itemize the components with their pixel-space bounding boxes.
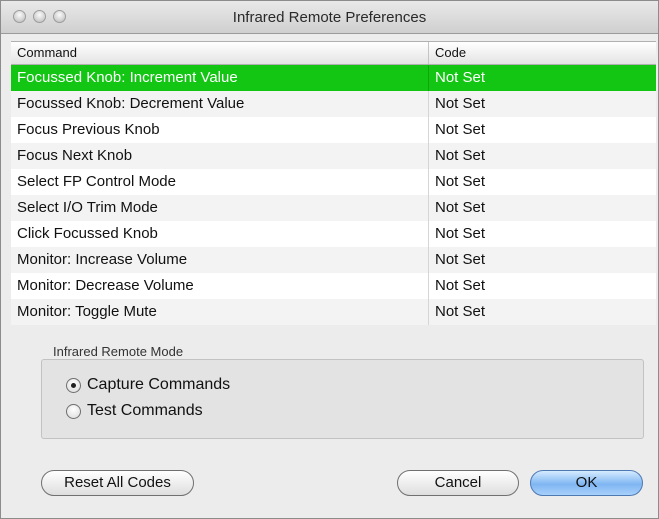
table-row[interactable]: Focussed Knob: Increment Value Not Set [11, 65, 656, 91]
command-cell: Focussed Knob: Increment Value [11, 65, 429, 91]
command-cell: Click Focussed Knob [11, 221, 429, 247]
test-commands-label[interactable]: Test Commands [87, 402, 203, 420]
table-row[interactable]: Monitor: Decrease Volume Not Set [11, 273, 656, 299]
preferences-window: Infrared Remote Preferences Command Code… [0, 0, 659, 519]
command-cell: Monitor: Toggle Mute [11, 299, 429, 325]
code-cell: Not Set [435, 303, 486, 320]
radio-unselected-icon[interactable] [66, 403, 81, 419]
command-cell: Focus Previous Knob [11, 117, 429, 143]
code-column-header[interactable]: Code [429, 42, 656, 64]
command-column-header[interactable]: Command [11, 42, 429, 64]
command-cell: Focus Next Knob [11, 143, 429, 169]
table-row[interactable]: Focus Previous Knob Not Set [11, 117, 656, 143]
command-cell: Monitor: Decrease Volume [11, 273, 429, 299]
commands-table: Command Code Focussed Knob: Increment Va… [11, 41, 656, 325]
table-row[interactable]: Monitor: Increase Volume Not Set [11, 247, 656, 273]
remote-mode-group-label: Infrared Remote Mode [53, 344, 184, 359]
code-cell: Not Set [435, 69, 486, 86]
code-cell: Not Set [435, 199, 486, 216]
capture-commands-label[interactable]: Capture Commands [87, 376, 230, 394]
table-row[interactable]: Click Focussed Knob Not Set [11, 221, 656, 247]
command-cell: Monitor: Increase Volume [11, 247, 429, 273]
code-cell: Not Set [435, 251, 486, 268]
table-row[interactable]: Select FP Control Mode Not Set [11, 169, 656, 195]
window-title: Infrared Remote Preferences [232, 9, 427, 26]
test-commands-radio[interactable]: Test Commands [66, 402, 203, 420]
code-cell: Not Set [435, 95, 486, 112]
code-cell: Not Set [435, 121, 486, 138]
command-cell: Focussed Knob: Decrement Value [11, 91, 429, 117]
cancel-button[interactable]: Cancel [397, 470, 519, 496]
capture-commands-radio[interactable]: Capture Commands [66, 376, 230, 394]
title-bar[interactable]: Infrared Remote Preferences [1, 1, 658, 34]
table-row[interactable]: Monitor: Toggle Mute Not Set [11, 299, 656, 325]
table-row[interactable]: Select I/O Trim Mode Not Set [11, 195, 656, 221]
radio-selected-icon[interactable] [66, 377, 81, 393]
ok-button[interactable]: OK [530, 470, 643, 496]
code-cell: Not Set [435, 173, 486, 190]
code-cell: Not Set [435, 147, 486, 164]
code-cell: Not Set [435, 277, 486, 294]
table-row[interactable]: Focussed Knob: Decrement Value Not Set [11, 91, 656, 117]
remote-mode-group: Capture Commands Test Commands [41, 359, 644, 439]
reset-all-codes-button[interactable]: Reset All Codes [41, 470, 194, 496]
table-row[interactable]: Focus Next Knob Not Set [11, 143, 656, 169]
code-cell: Not Set [435, 225, 486, 242]
command-cell: Select I/O Trim Mode [11, 195, 429, 221]
table-header: Command Code [11, 41, 656, 65]
command-cell: Select FP Control Mode [11, 169, 429, 195]
